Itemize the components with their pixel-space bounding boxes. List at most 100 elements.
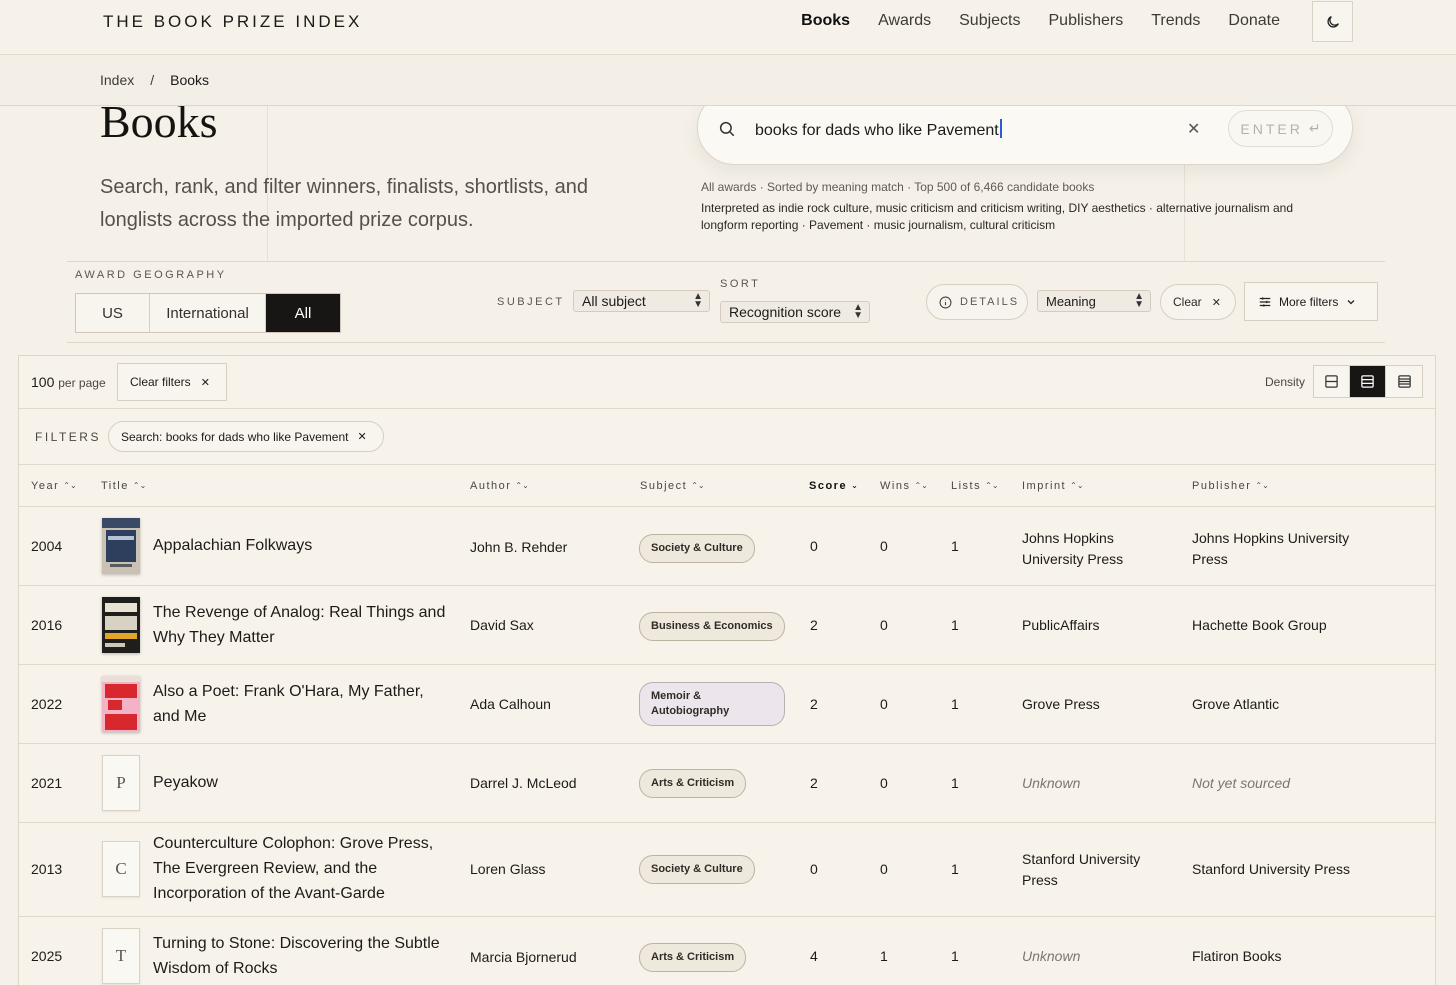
theme-toggle-button[interactable] [1312, 1, 1353, 42]
subject-badge[interactable]: Society & Culture [639, 534, 755, 563]
sort-icon: ⌃⌄ [1255, 481, 1269, 490]
clear-filters-label: Clear filters [130, 375, 191, 389]
cell-author[interactable]: Loren Glass [470, 861, 545, 877]
density-toggle [1313, 365, 1423, 398]
cell-title[interactable]: The Revenge of Analog: Real Things and W… [153, 600, 453, 650]
column-header-wins[interactable]: Wins ⌃⌄ [880, 480, 928, 492]
column-header-score[interactable]: Score ⌄ [809, 480, 858, 492]
cell-year: 2025 [31, 948, 63, 964]
cell-author[interactable]: John B. Rehder [470, 539, 567, 555]
info-icon [939, 296, 952, 308]
enter-label: ENTER [1240, 120, 1303, 137]
layout-split-icon [1325, 375, 1338, 388]
subject-select[interactable]: All subject ▲ ▼ [573, 290, 710, 312]
breadcrumb-index[interactable]: Index [100, 72, 134, 88]
subject-badge[interactable]: Memoir & Autobiography [639, 682, 785, 726]
more-filters-button[interactable]: More filters [1244, 282, 1378, 321]
cell-score: 0 [810, 538, 818, 554]
layout-list-icon [1397, 375, 1411, 388]
search-interpretation: Interpreted as indie rock culture, music… [701, 201, 1293, 232]
table-row[interactable]: 2022 Also a Poet: Frank O'Hara, My Fathe… [19, 665, 1435, 743]
table-row[interactable]: 2016 The Revenge of Analog: Real Things … [19, 586, 1435, 664]
cell-author[interactable]: Darrel J. McLeod [470, 775, 577, 791]
page-title: Books [100, 100, 218, 140]
geography-all[interactable]: All [266, 294, 340, 332]
book-cover [102, 597, 140, 653]
column-header-author[interactable]: Author ⌃⌄ [470, 480, 529, 492]
subject-badge[interactable]: Arts & Criticism [639, 769, 747, 798]
cell-wins: 0 [880, 775, 888, 791]
book-cover [102, 518, 140, 574]
table-row[interactable]: 2013 C Counterculture Colophon: Grove Pr… [19, 823, 1435, 916]
table-row[interactable]: 2021 P Peyakow Darrel J. McLeod Arts & C… [19, 744, 1435, 822]
cell-lists: 1 [951, 775, 959, 791]
nav-awards[interactable]: Awards [878, 12, 931, 30]
cell-title[interactable]: Counterculture Colophon: Grove Press, Th… [153, 831, 453, 906]
cell-score: 2 [810, 617, 818, 633]
column-header-label: Wins [880, 480, 911, 492]
cell-title[interactable]: Also a Poet: Frank O'Hara, My Father, an… [153, 679, 453, 729]
cell-author[interactable]: Marcia Bjornerud [470, 949, 577, 965]
sort-select-value: Recognition score [729, 304, 842, 320]
close-icon: ✕ [200, 376, 210, 389]
cell-title[interactable]: Peyakow [153, 770, 453, 795]
geography-international[interactable]: International [150, 294, 266, 332]
search-input-value: books for dads who like Pavement [755, 122, 999, 139]
divider [19, 408, 1435, 409]
cell-imprint: Unknown [1022, 948, 1081, 964]
table-row[interactable]: 2004 Appalachian Folkways John B. Rehder… [19, 507, 1435, 585]
geography-us[interactable]: US [76, 294, 150, 332]
active-filter-chip[interactable]: Search: books for dads who like Pavement… [108, 421, 384, 452]
subject-label: SUBJECT [497, 296, 565, 308]
chevron-down-icon [1347, 299, 1355, 304]
column-header-imprint[interactable]: Imprint ⌃⌄ [1022, 480, 1084, 492]
density-compact-button[interactable] [1314, 366, 1350, 397]
clear-filters-button[interactable]: Clear filters ✕ [117, 363, 227, 401]
cell-author[interactable]: David Sax [470, 617, 534, 633]
per-page-value: 100 [31, 374, 55, 390]
column-header-title[interactable]: Title ⌃⌄ [101, 480, 146, 492]
geography-segmented-control: US International All [75, 293, 341, 333]
meaning-select-value: Meaning [1046, 293, 1096, 309]
column-header-lists[interactable]: Lists ⌃⌄ [951, 480, 999, 492]
breadcrumb-separator: / [150, 72, 155, 88]
site-brand[interactable]: THE BOOK PRIZE INDEX [103, 12, 362, 32]
column-header-year[interactable]: Year ⌃⌄ [31, 480, 77, 492]
cell-imprint: Unknown [1022, 775, 1081, 791]
select-arrows-icon: ▲ ▼ [693, 291, 703, 310]
table-row[interactable]: 2025 T Turning to Stone: Discovering the… [19, 917, 1435, 985]
search-input[interactable]: books for dads who like Pavement [755, 119, 1002, 140]
enter-button[interactable]: ENTER ↵ [1228, 110, 1333, 147]
clear-button[interactable]: Clear ✕ [1160, 284, 1236, 320]
cell-title[interactable]: Turning to Stone: Discovering the Subtle… [153, 931, 453, 981]
divider [67, 261, 1385, 262]
cell-lists: 1 [951, 861, 959, 877]
nav-trends[interactable]: Trends [1151, 12, 1200, 30]
select-arrows-icon: ▲ ▼ [1134, 291, 1144, 310]
subject-badge[interactable]: Business & Economics [639, 612, 785, 641]
cell-title[interactable]: Appalachian Folkways [153, 533, 453, 558]
column-header-subject[interactable]: Subject ⌃⌄ [640, 480, 705, 492]
column-header-publisher[interactable]: Publisher ⌃⌄ [1192, 480, 1269, 492]
nav-subjects[interactable]: Subjects [959, 12, 1020, 30]
cell-imprint: PublicAffairs [1022, 617, 1100, 633]
divider [67, 342, 1385, 343]
cell-wins: 0 [880, 861, 888, 877]
details-button[interactable]: DETAILS [926, 284, 1028, 320]
density-default-button[interactable] [1350, 366, 1386, 397]
meaning-select[interactable]: Meaning ▲ ▼ [1037, 290, 1151, 312]
nav-books[interactable]: Books [801, 12, 850, 30]
per-page-select[interactable]: 100 per page [31, 374, 106, 390]
cell-year: 2004 [31, 538, 63, 554]
subject-badge[interactable]: Society & Culture [639, 855, 755, 884]
sort-select[interactable]: Recognition score ▲ ▼ [720, 301, 870, 323]
clear-search-icon[interactable]: ✕ [1187, 119, 1200, 139]
close-icon[interactable]: ✕ [357, 430, 366, 443]
search-icon [719, 121, 735, 137]
nav-donate[interactable]: Donate [1228, 12, 1280, 30]
nav-publishers[interactable]: Publishers [1049, 12, 1124, 30]
clear-label: Clear [1173, 295, 1202, 309]
cell-author[interactable]: Ada Calhoun [470, 696, 551, 712]
density-comfortable-button[interactable] [1386, 366, 1422, 397]
subject-badge[interactable]: Arts & Criticism [639, 943, 747, 972]
